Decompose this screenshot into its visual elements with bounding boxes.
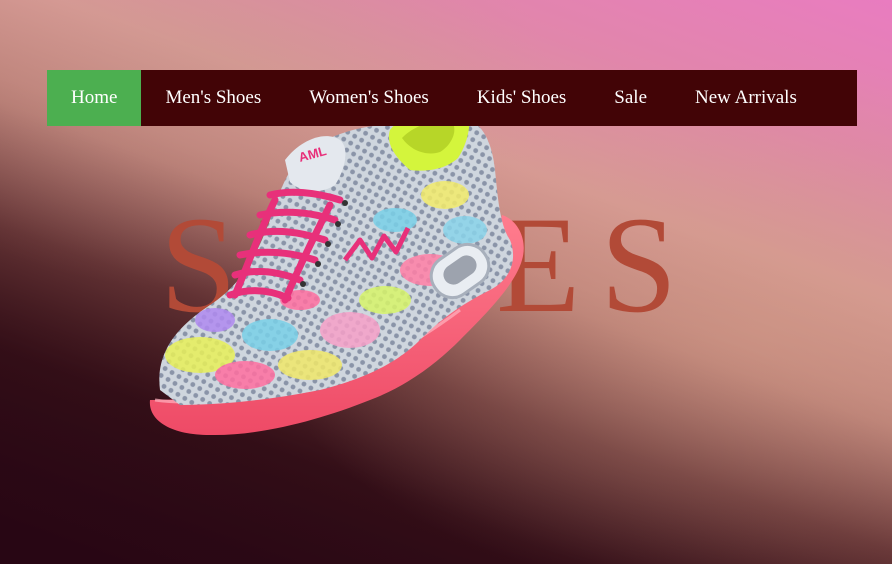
nav-item-home[interactable]: Home <box>47 70 142 126</box>
nav-item-mens-shoes[interactable]: Men's Shoes <box>141 70 285 126</box>
nav-item-sale[interactable]: Sale <box>590 70 671 126</box>
sneaker-image: AML <box>149 103 524 436</box>
nav-item-kids-shoes[interactable]: Kids' Shoes <box>453 70 590 126</box>
nav-item-new-arrivals[interactable]: New Arrivals <box>671 70 821 126</box>
main-navigation: Home Men's Shoes Women's Shoes Kids' Sho… <box>47 70 857 126</box>
nav-item-womens-shoes[interactable]: Women's Shoes <box>285 70 453 126</box>
